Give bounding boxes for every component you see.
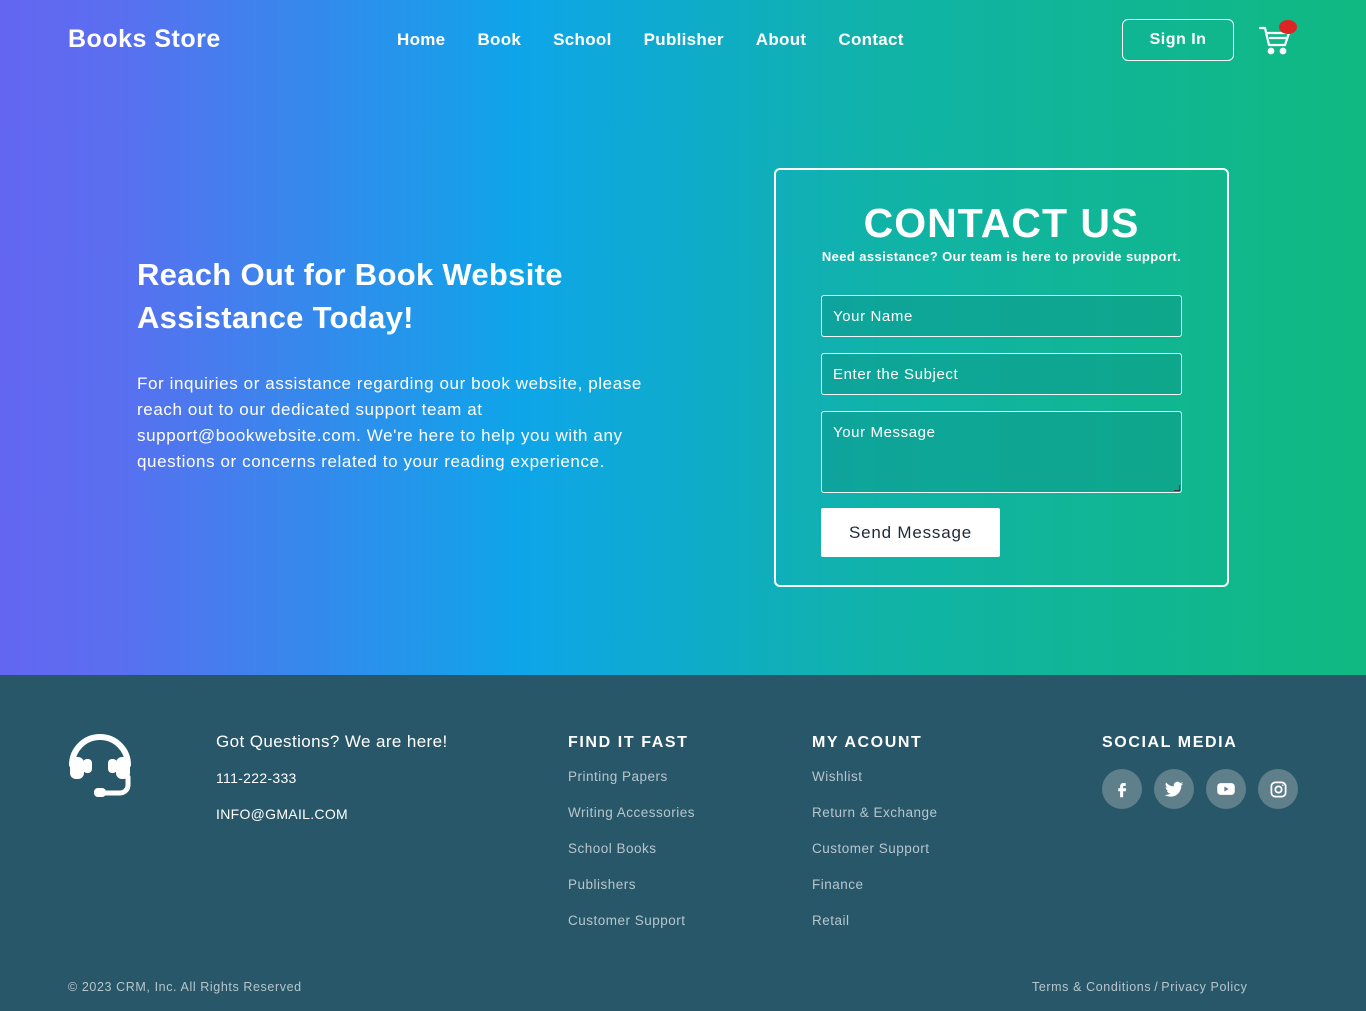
sign-in-button[interactable]: Sign In — [1122, 19, 1234, 61]
questions-heading: Got Questions? We are here! — [216, 732, 448, 751]
instagram-icon[interactable] — [1258, 769, 1298, 809]
site-footer: Got Questions? We are here! 111-222-333 … — [0, 675, 1366, 1011]
support-email[interactable]: INFO@GMAIL.COM — [216, 806, 348, 822]
social-media-column: SOCIAL MEDIA — [1102, 734, 1298, 809]
subject-input[interactable] — [821, 353, 1182, 395]
legal-links: Terms & Conditions / Privacy Policy — [1032, 980, 1247, 994]
footer-link-wishlist[interactable]: Wishlist — [812, 769, 938, 805]
name-input[interactable] — [821, 295, 1182, 337]
contact-subtitle: Need assistance? Our team is here to pro… — [821, 249, 1182, 264]
footer-link-finance[interactable]: Finance — [812, 877, 938, 913]
headset-icon — [69, 734, 131, 797]
legal-separator: / — [1154, 980, 1159, 994]
hero-section: Books Store Home Book School Publisher A… — [0, 0, 1366, 675]
contact-form: CONTACT US Need assistance? Our team is … — [774, 168, 1229, 587]
hero-title: Reach Out for Book Website Assistance To… — [137, 257, 563, 335]
youtube-icon[interactable] — [1206, 769, 1246, 809]
message-textarea[interactable] — [821, 411, 1182, 493]
footer-link-school-books[interactable]: School Books — [568, 841, 695, 877]
social-media-heading: SOCIAL MEDIA — [1102, 734, 1238, 751]
footer-link-publishers[interactable]: Publishers — [568, 877, 695, 913]
main-nav: Home Book School Publisher About Contact — [397, 30, 904, 50]
footer-link-customer-support[interactable]: Customer Support — [568, 913, 695, 949]
my-account-column: MY ACOUNT Wishlist Return & Exchange Cus… — [812, 734, 938, 949]
copyright-text: © 2023 CRM, Inc. All Rights Reserved — [68, 980, 302, 994]
footer-link-return-exchange[interactable]: Return & Exchange — [812, 805, 938, 841]
privacy-link[interactable]: Privacy Policy — [1161, 980, 1247, 994]
my-account-heading: MY ACOUNT — [812, 734, 923, 751]
twitter-icon[interactable] — [1154, 769, 1194, 809]
hero-description: For inquiries or assistance regarding ou… — [137, 374, 642, 471]
footer-link-printing-papers[interactable]: Printing Papers — [568, 769, 695, 805]
send-message-button[interactable]: Send Message — [821, 508, 1000, 557]
nav-link-contact[interactable]: Contact — [838, 30, 903, 50]
nav-link-publisher[interactable]: Publisher — [644, 30, 724, 50]
nav-link-home[interactable]: Home — [397, 30, 445, 50]
support-phone[interactable]: 111-222-333 — [216, 770, 297, 786]
terms-link[interactable]: Terms & Conditions — [1032, 980, 1151, 994]
footer-link-writing-accessories[interactable]: Writing Accessories — [568, 805, 695, 841]
find-it-fast-column: FIND IT FAST Printing Papers Writing Acc… — [568, 734, 695, 949]
nav-link-school[interactable]: School — [553, 30, 611, 50]
brand-logo[interactable]: Books Store — [68, 25, 221, 54]
facebook-icon[interactable] — [1102, 769, 1142, 809]
nav-link-about[interactable]: About — [756, 30, 807, 50]
contact-title: CONTACT US — [863, 200, 1140, 246]
cart-badge — [1279, 20, 1297, 34]
resize-grip-icon[interactable] — [1174, 485, 1180, 491]
nav-link-book[interactable]: Book — [477, 30, 521, 50]
footer-link-account-support[interactable]: Customer Support — [812, 841, 938, 877]
top-navbar: Books Store Home Book School Publisher A… — [0, 0, 1366, 80]
footer-link-retail[interactable]: Retail — [812, 913, 938, 949]
find-it-fast-heading: FIND IT FAST — [568, 734, 689, 751]
hero-intro: Reach Out for Book Website Assistance To… — [137, 253, 697, 475]
social-links — [1102, 769, 1298, 809]
